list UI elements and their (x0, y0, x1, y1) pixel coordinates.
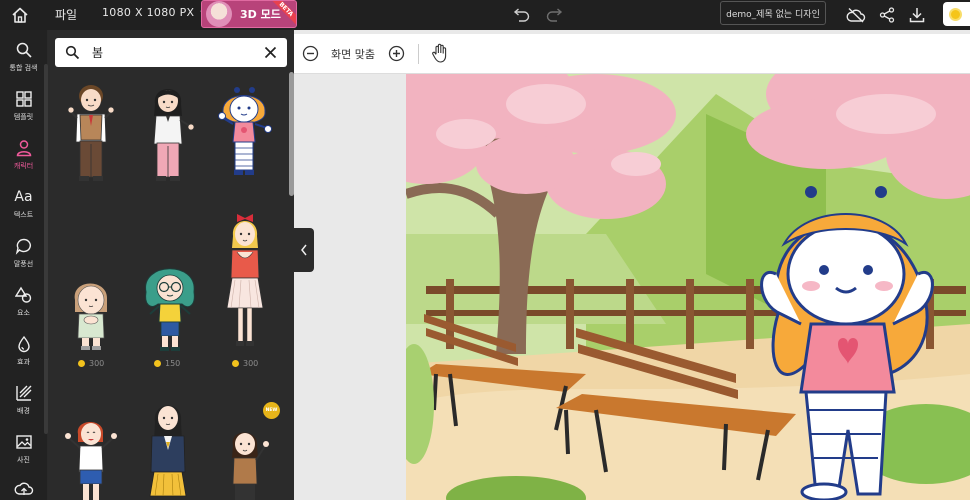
search-icon (65, 45, 80, 60)
person-icon (14, 138, 34, 158)
close-icon[interactable] (263, 45, 278, 60)
drop-icon (14, 334, 34, 354)
zoom-out-icon[interactable] (302, 45, 319, 62)
left-navigation: 통합 검색 템플릿 캐릭터 Aa 텍스트 말풍선 요소 효과 배경 사진 (0, 30, 48, 500)
nav-item-background[interactable]: 배경 (0, 377, 47, 423)
nav-item-elements[interactable]: 요소 (0, 279, 47, 325)
nav-item-characters[interactable]: 캐릭터 (0, 132, 47, 178)
character-card[interactable] (215, 422, 275, 500)
character-card[interactable] (61, 82, 121, 187)
3d-avatar-icon (206, 1, 232, 27)
photo-icon (14, 432, 34, 452)
character-cheering-girl-thumbnail (65, 422, 117, 500)
price-tag: 300 (232, 359, 258, 368)
canvas-workspace: 화면 맞춤 (294, 30, 970, 500)
character-card[interactable] (138, 258, 198, 354)
3d-mode-button[interactable]: 3D 모드 BETA (201, 0, 297, 28)
collapse-panel-button[interactable] (294, 228, 314, 272)
character-panel: 300 150 300 (48, 30, 294, 500)
background-icon (14, 383, 34, 403)
cloud-off-icon[interactable] (846, 6, 866, 24)
canvas-size-dropdown[interactable]: 1080 X 1080 PX (102, 6, 210, 19)
character-girl-black-hair-thumbnail (153, 89, 195, 181)
fit-to-screen-button[interactable]: 화면 맞춤 (331, 46, 375, 62)
editor-app: 파일 1080 X 1080 PX 3D 모드 BETA demo_제목 없는 … (0, 0, 970, 500)
nav-item-upload[interactable] (0, 473, 47, 500)
price-value: 150 (165, 359, 181, 368)
download-icon[interactable] (907, 5, 927, 25)
character-card[interactable] (138, 82, 198, 187)
redo-icon[interactable] (546, 6, 564, 24)
nav-label: 말풍선 (13, 260, 34, 268)
text-aa-icon: Aa (14, 189, 33, 205)
price-tag: 150 (154, 359, 180, 368)
design-canvas[interactable] (406, 74, 970, 500)
price-tag: 300 (78, 359, 104, 368)
nav-item-templates[interactable]: 템플릿 (0, 83, 47, 129)
upload-icon (14, 479, 34, 499)
nav-item-effects[interactable]: 효과 (0, 328, 47, 374)
character-card[interactable] (61, 412, 121, 500)
project-title[interactable]: demo_제목 없는 디자인 (720, 1, 826, 25)
share-icon[interactable] (878, 6, 896, 24)
coin-icon (78, 360, 85, 367)
template-grid-icon (14, 89, 34, 109)
nav-label: 텍스트 (13, 211, 34, 219)
character-brown-hair-waving-thumbnail (232, 432, 269, 500)
nav-label: 요소 (17, 309, 30, 317)
nav-label: 통합 검색 (9, 64, 38, 72)
new-badge: NEW (263, 402, 280, 419)
chevron-left-icon (301, 244, 307, 256)
coin-icon (949, 7, 962, 21)
nav-label: 사진 (17, 456, 30, 464)
nav-label: 효과 (17, 358, 30, 366)
3d-mode-label: 3D 모드 (240, 8, 281, 21)
canvas-toolbar: 화면 맞춤 (294, 34, 970, 74)
speech-bubble-icon (14, 236, 34, 256)
zoom-in-icon[interactable] (388, 45, 405, 62)
character-search-box (55, 38, 287, 67)
nav-label: 템플릿 (13, 113, 34, 121)
nav-label: 캐릭터 (13, 162, 34, 170)
hand-pan-icon[interactable] (431, 43, 449, 63)
character-boy-vest-thumbnail (67, 85, 115, 181)
search-icon (14, 40, 34, 60)
nav-label: 배경 (17, 407, 30, 415)
character-search-input[interactable] (92, 43, 252, 62)
price-value: 300 (89, 359, 105, 368)
toolbar-divider (418, 44, 419, 64)
top-bar: 파일 1080 X 1080 PX 3D 모드 BETA demo_제목 없는 … (0, 0, 970, 30)
character-school-uniform-girl-thumbnail (149, 405, 187, 497)
file-menu[interactable]: 파일 (55, 6, 77, 23)
nav-item-photo[interactable]: 사진 (0, 426, 47, 472)
character-red-bow-girl-thumbnail (226, 214, 264, 346)
spring-park-scene-image (406, 74, 970, 500)
character-card[interactable] (215, 208, 275, 353)
character-card[interactable] (215, 82, 275, 187)
coin-icon (154, 360, 161, 367)
undo-icon[interactable] (512, 6, 530, 24)
nav-item-speech-bubble[interactable]: 말풍선 (0, 230, 47, 276)
coin-icon (232, 360, 239, 367)
nav-item-text[interactable]: Aa 텍스트 (0, 181, 47, 227)
home-icon[interactable] (10, 5, 30, 25)
character-curly-orange-girl-thumbnail (218, 87, 272, 175)
shapes-icon (14, 285, 34, 305)
price-value: 300 (243, 359, 259, 368)
character-green-hair-glasses-thumbnail (145, 268, 195, 351)
nav-item-search[interactable]: 통합 검색 (0, 34, 47, 80)
character-card[interactable] (138, 396, 198, 500)
canvas-size-label: 1080 X 1080 PX (102, 6, 195, 19)
coin-button[interactable] (943, 2, 970, 26)
character-card[interactable] (61, 270, 121, 352)
character-small-child-thumbnail (74, 283, 108, 350)
